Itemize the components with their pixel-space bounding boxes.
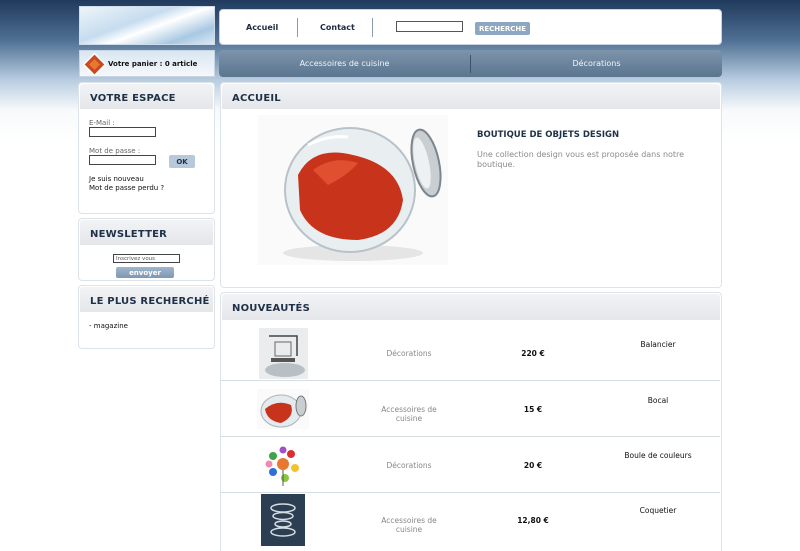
product-price: 20 € <box>523 461 543 470</box>
panel-title: ACCUEIL <box>232 93 281 104</box>
panel-header: NOUVEAUTÉS <box>222 294 720 320</box>
product-image <box>261 442 305 488</box>
cart-icon <box>83 53 106 76</box>
panel-header: NEWSLETTER <box>80 220 213 245</box>
cart-summary[interactable]: Votre panier : 0 article <box>79 50 215 77</box>
nav-separator <box>297 18 298 37</box>
email-field[interactable] <box>89 127 156 137</box>
home-description: Une collection design vous est proposée … <box>477 150 685 169</box>
product-price: 15 € <box>523 405 543 414</box>
product-row[interactable]: Accessoires de cuisine 12,80 € Coquetier <box>221 493 720 549</box>
panel-title: NEWSLETTER <box>90 229 168 240</box>
most-searched-panel: LE PLUS RECHERCHÉ - magazine <box>78 285 215 349</box>
newsletter-submit-button[interactable]: envoyer <box>116 267 174 278</box>
password-field[interactable] <box>89 155 156 165</box>
product-category: Décorations <box>386 461 432 470</box>
nav-link-contact[interactable]: Contact <box>320 23 355 32</box>
panel-title: NOUVEAUTÉS <box>232 303 310 314</box>
product-name[interactable]: Balancier <box>593 340 723 349</box>
product-name[interactable]: Coquetier <box>593 506 723 515</box>
cart-text: Votre panier : 0 article <box>108 60 198 68</box>
login-ok-button[interactable]: OK <box>169 155 195 168</box>
nav-item-decorations[interactable]: Décorations <box>471 59 722 68</box>
product-name[interactable]: Boule de couleurs <box>593 451 723 460</box>
product-category: Accessoires de cuisine <box>381 405 437 423</box>
product-name[interactable]: Bocal <box>593 396 723 405</box>
product-category: Accessoires de cuisine <box>381 516 437 534</box>
panel-header: VOTRE ESPACE <box>80 84 213 109</box>
category-nav: Accessoires de cuisine Décorations <box>219 50 722 77</box>
email-label: E-Mail : <box>89 119 115 127</box>
product-image <box>259 328 308 379</box>
new-user-link[interactable]: Je suis nouveau <box>89 175 144 183</box>
login-panel: VOTRE ESPACE E-Mail : Mot de passe : OK … <box>78 82 215 214</box>
most-searched-item[interactable]: - magazine <box>89 322 128 330</box>
panel-header: LE PLUS RECHERCHÉ <box>80 287 213 312</box>
panel-title: LE PLUS RECHERCHÉ <box>90 296 210 307</box>
nav-item-accessoires[interactable]: Accessoires de cuisine <box>219 59 470 68</box>
product-row[interactable]: Décorations 20 € Boule de couleurs <box>221 438 720 493</box>
product-price: 12,80 € <box>517 516 549 525</box>
site-logo[interactable] <box>79 6 215 45</box>
nav-link-accueil[interactable]: Accueil <box>246 23 278 32</box>
search-input[interactable] <box>396 21 463 32</box>
search-button[interactable]: RECHERCHE <box>475 22 530 35</box>
product-price: 220 € <box>521 349 545 358</box>
product-image <box>257 389 309 429</box>
panel-header: ACCUEIL <box>222 84 720 109</box>
product-image <box>261 494 305 546</box>
newsletter-panel: NEWSLETTER envoyer <box>78 218 215 281</box>
nav-separator <box>372 18 373 37</box>
lost-password-link[interactable]: Mot de passe perdu ? <box>89 184 164 192</box>
password-label: Mot de passe : <box>89 147 141 155</box>
top-bar: Accueil Contact RECHERCHE <box>219 9 722 45</box>
home-heading: BOUTIQUE DE OBJETS DESIGN <box>477 130 620 140</box>
product-row[interactable]: Décorations 220 € Balancier <box>221 326 720 381</box>
jar-image <box>258 115 448 265</box>
panel-title: VOTRE ESPACE <box>90 93 176 104</box>
home-panel: ACCUEIL BOUTIQUE DE OBJETS DESIGN Une co… <box>220 82 722 288</box>
product-row[interactable]: Accessoires de cuisine 15 € Bocal <box>221 382 720 437</box>
product-category: Décorations <box>386 349 432 358</box>
newsletter-email-input[interactable] <box>113 254 180 263</box>
